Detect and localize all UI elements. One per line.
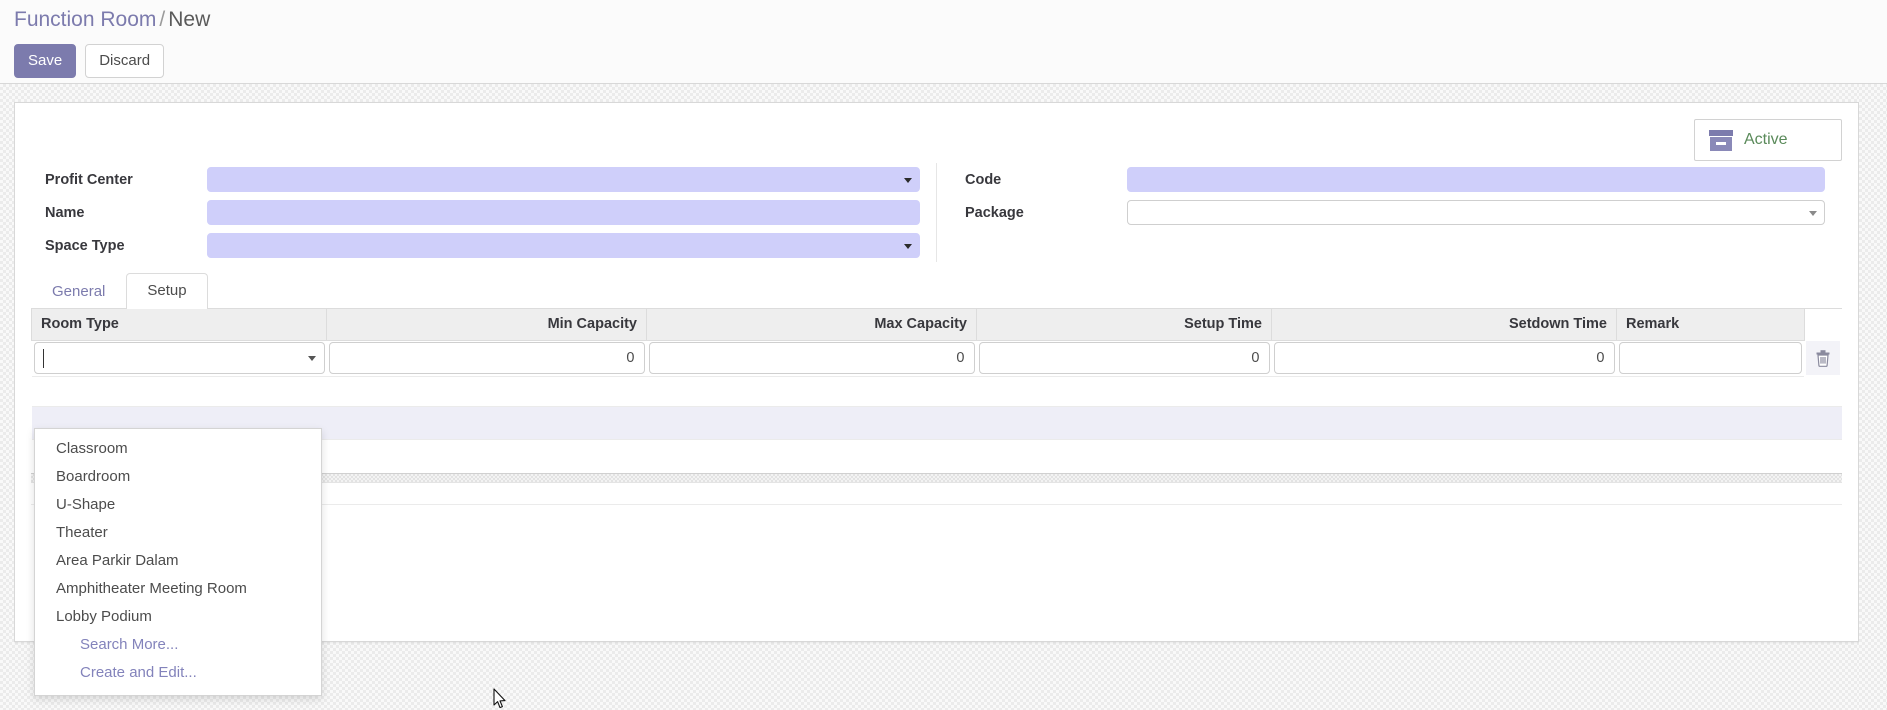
tab-setup[interactable]: Setup: [126, 273, 208, 309]
min-capacity-value: 0: [626, 350, 635, 366]
cell-min-capacity: 0: [326, 340, 647, 377]
form-column-left: Profit Center Name Space Type: [31, 163, 936, 262]
table-row: 0 0 0 0: [31, 340, 1843, 377]
cell-setdown-time: 0: [1271, 340, 1617, 377]
chevron-down-icon: [1809, 210, 1817, 216]
dropdown-action-search-more[interactable]: Search More...: [35, 631, 321, 659]
table-header-row: Room Type Min Capacity Max Capacity Setu…: [31, 309, 1842, 341]
chevron-down-icon: [904, 177, 912, 183]
table-spacer-row: [31, 376, 1842, 406]
form-field-grid: Profit Center Name Space Type Code Packa…: [31, 163, 1841, 262]
space-type-input[interactable]: [207, 233, 920, 258]
package-input[interactable]: [1127, 200, 1825, 225]
room-type-input[interactable]: [33, 342, 325, 374]
chevron-down-icon: [904, 243, 912, 249]
cell-delete: [1804, 340, 1842, 376]
room-type-dropdown: Classroom Boardroom U-Shape Theater Area…: [34, 428, 322, 696]
field-row-code: Code: [937, 163, 1841, 196]
field-row-name: Name: [31, 196, 936, 229]
column-header-min-capacity[interactable]: Min Capacity: [326, 309, 647, 341]
label-package: Package: [965, 204, 1024, 221]
breadcrumb-separator: /: [159, 8, 166, 31]
dropdown-action-create-and-edit[interactable]: Create and Edit...: [35, 659, 321, 687]
column-header-setup-time[interactable]: Setup Time: [976, 309, 1272, 341]
breadcrumb-root[interactable]: Function Room: [14, 8, 156, 31]
trash-icon[interactable]: [1806, 341, 1840, 375]
notebook-tab-list: General Setup: [31, 273, 1842, 309]
setup-time-value: 0: [1251, 350, 1260, 366]
column-header-remark[interactable]: Remark: [1616, 309, 1805, 341]
column-header-room-type[interactable]: Room Type: [31, 309, 327, 341]
cell-max-capacity: 0: [646, 340, 977, 377]
dropdown-option-lobby-podium[interactable]: Lobby Podium: [35, 603, 321, 631]
chevron-down-icon: [307, 356, 316, 361]
archive-icon: [1709, 129, 1733, 151]
form-column-right: Code Package: [936, 163, 1841, 262]
remark-input[interactable]: [1618, 342, 1802, 374]
action-buttons: Save Discard: [14, 44, 165, 78]
discard-button[interactable]: Discard: [85, 44, 165, 78]
field-row-package: Package: [937, 196, 1841, 229]
dropdown-option-amphitheater-meeting-room[interactable]: Amphitheater Meeting Room: [35, 575, 321, 603]
name-input[interactable]: [207, 200, 920, 225]
left-gutter: [0, 84, 14, 710]
field-row-profit-center: Profit Center: [31, 163, 936, 196]
active-stat-label: Active: [1744, 131, 1788, 148]
code-input[interactable]: [1127, 167, 1825, 192]
column-header-setdown-time[interactable]: Setdown Time: [1271, 309, 1617, 341]
dropdown-option-classroom[interactable]: Classroom: [35, 435, 321, 463]
right-gutter: [1859, 84, 1887, 710]
control-panel: Function Room / New Save Discard: [0, 0, 1887, 84]
setdown-time-input[interactable]: 0: [1273, 342, 1615, 374]
dropdown-option-u-shape[interactable]: U-Shape: [35, 491, 321, 519]
cell-room-type: [31, 340, 327, 377]
dropdown-option-boardroom[interactable]: Boardroom: [35, 463, 321, 491]
breadcrumb-current: New: [168, 8, 211, 31]
label-space-type: Space Type: [45, 237, 125, 254]
label-code: Code: [965, 171, 1002, 188]
tab-general[interactable]: General: [31, 274, 126, 309]
max-capacity-input[interactable]: 0: [648, 342, 975, 374]
min-capacity-input[interactable]: 0: [328, 342, 645, 374]
setdown-time-value: 0: [1596, 350, 1605, 366]
dropdown-option-area-parkir-dalam[interactable]: Area Parkir Dalam: [35, 547, 321, 575]
column-header-max-capacity[interactable]: Max Capacity: [646, 309, 977, 341]
column-header-actions: [1804, 309, 1842, 340]
cell-remark: [1616, 340, 1804, 377]
field-row-space-type: Space Type: [31, 229, 936, 262]
cell-setup-time: 0: [976, 340, 1272, 377]
active-stat-button[interactable]: Active: [1694, 119, 1842, 161]
label-profit-center: Profit Center: [45, 171, 133, 188]
dropdown-option-theater[interactable]: Theater: [35, 519, 321, 547]
label-name: Name: [45, 204, 85, 221]
profit-center-input[interactable]: [207, 167, 920, 192]
app-root: Function Room / New Save Discard Active Pr…: [0, 0, 1887, 710]
save-button[interactable]: Save: [14, 44, 77, 78]
max-capacity-value: 0: [956, 350, 965, 366]
breadcrumb: Function Room / New: [14, 7, 210, 33]
setup-time-input[interactable]: 0: [978, 342, 1270, 374]
text-cursor: [42, 349, 44, 368]
